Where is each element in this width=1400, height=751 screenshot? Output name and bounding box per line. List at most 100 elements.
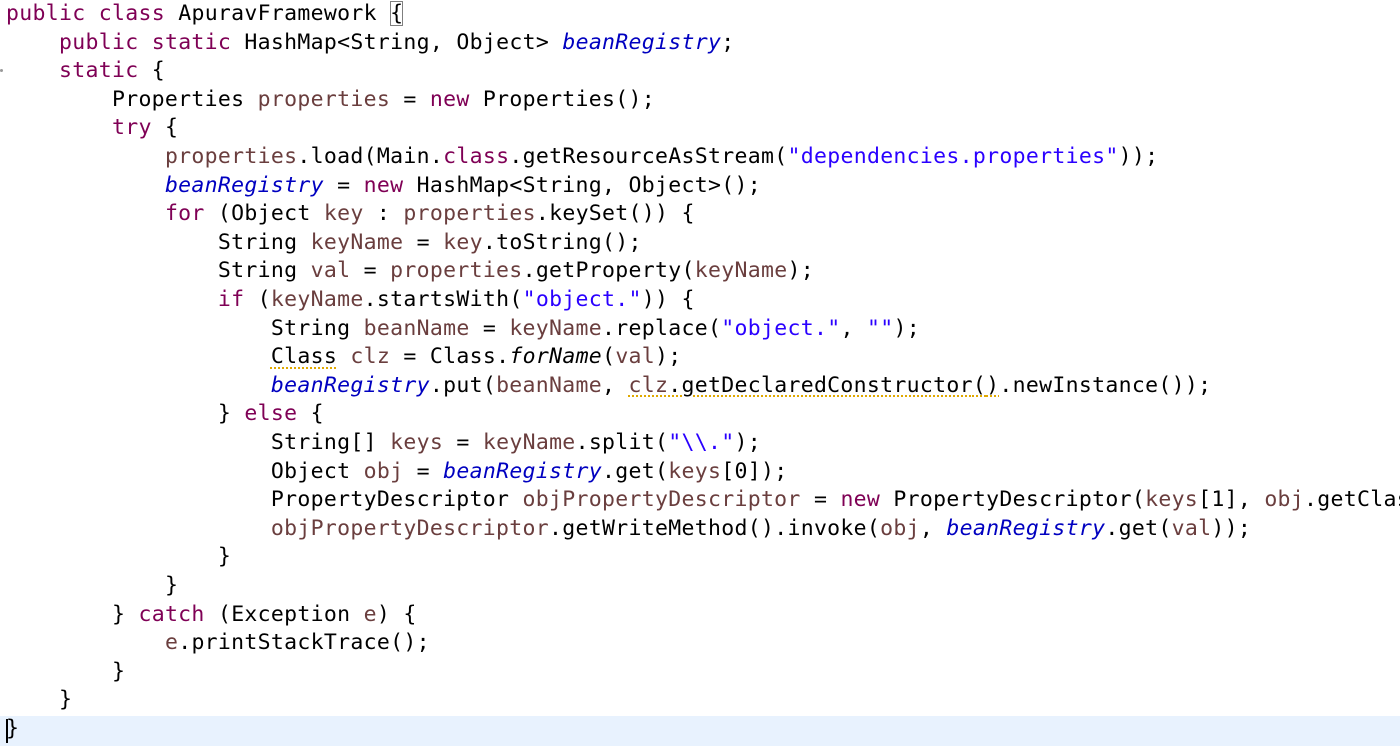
code-token: (: [217, 201, 232, 227]
code-token: 0: [734, 458, 748, 484]
code-line[interactable]: for (Object key : properties.keySet()) {: [6, 200, 695, 229]
code-token: public: [6, 1, 86, 26]
code-token: <: [509, 172, 523, 198]
code-token: if: [217, 287, 245, 312]
code-token: (: [602, 344, 616, 370]
code-token: (: [972, 372, 987, 398]
code-token: }: [217, 401, 232, 427]
code-token: beanName: [496, 372, 603, 398]
code-line[interactable]: public class ApuravFramework {: [6, 0, 404, 29]
code-token: ]: [747, 458, 761, 484]
code-line[interactable]: Properties properties = new Properties()…: [6, 86, 655, 115]
code-line[interactable]: Class clz = Class.forName(val);: [6, 343, 682, 372]
code-token: String: [217, 229, 298, 255]
code-token: (: [509, 287, 523, 312]
code-line[interactable]: String val = properties.getProperty(keyN…: [6, 257, 814, 286]
code-token: .: [1105, 515, 1119, 541]
code-token: Object: [456, 29, 536, 55]
code-token: ;: [1237, 515, 1252, 541]
code-token: keys: [668, 458, 722, 484]
code-token: getClass: [1317, 487, 1400, 513]
code-token: PropertyDescriptor: [893, 487, 1132, 513]
code-token: ;: [721, 29, 735, 55]
code-line[interactable]: String[] keys = keyName.split("\\.");: [6, 429, 761, 458]
code-token: toString: [496, 229, 603, 255]
code-line[interactable]: } else {: [6, 400, 324, 429]
code-line[interactable]: beanRegistry = new HashMap<String, Objec…: [6, 172, 761, 201]
code-line[interactable]: String beanName = keyName.replace("objec…: [6, 315, 920, 344]
code-token: }: [164, 573, 179, 598]
code-token: :: [376, 201, 391, 227]
code-line[interactable]: static {: [6, 57, 165, 86]
code-line[interactable]: try {: [6, 114, 178, 143]
code-line[interactable]: }: [6, 572, 178, 601]
text-cursor: [6, 719, 8, 743]
code-line[interactable]: public static HashMap<String, Object> be…: [6, 29, 735, 58]
code-line[interactable]: if (keyName.startsWith("object.")) {: [6, 286, 695, 315]
code-token: }: [217, 544, 232, 570]
code-token: (: [217, 601, 232, 627]
code-line[interactable]: }: [6, 543, 231, 572]
code-line[interactable]: e.printStackTrace();: [6, 629, 430, 658]
code-line[interactable]: properties.load(Main.class.getResourceAs…: [6, 143, 1158, 172]
code-line[interactable]: PropertyDescriptor objPropertyDescriptor…: [6, 486, 1400, 515]
code-token: ;: [628, 229, 642, 255]
code-token: ;: [747, 430, 762, 455]
code-token: ,: [429, 29, 444, 55]
code-token: {: [151, 58, 165, 84]
code-token: (: [1158, 515, 1172, 541]
code-token: split: [588, 430, 656, 455]
code-token: (: [628, 201, 642, 227]
code-line[interactable]: }: [6, 686, 72, 715]
code-line[interactable]: beanRegistry.put(beanName, clz.getDeclar…: [6, 372, 1211, 401]
code-editor[interactable]: public class ApuravFramework { public st…: [0, 0, 1400, 751]
code-line[interactable]: Object obj = beanRegistry.get(keys[0]);: [6, 458, 788, 487]
code-token: {: [390, 1, 404, 26]
code-line[interactable]: objPropertyDescriptor.getWriteMethod().i…: [6, 515, 1251, 544]
code-token: ;: [1198, 372, 1212, 398]
code-token: (: [774, 144, 788, 169]
code-token: {: [164, 115, 179, 141]
code-token: (: [615, 86, 629, 112]
code-token: Object: [628, 172, 709, 198]
code-line[interactable]: String keyName = key.toString();: [6, 229, 642, 258]
code-token: .: [549, 515, 563, 541]
code-line[interactable]: } catch (Exception e) {: [6, 601, 417, 630]
code-line[interactable]: }: [6, 658, 125, 687]
code-token: String: [350, 29, 430, 55]
code-token: ): [655, 287, 669, 312]
code-token: (: [602, 229, 616, 255]
code-token: .: [509, 144, 523, 169]
code-token: ,: [919, 515, 934, 541]
